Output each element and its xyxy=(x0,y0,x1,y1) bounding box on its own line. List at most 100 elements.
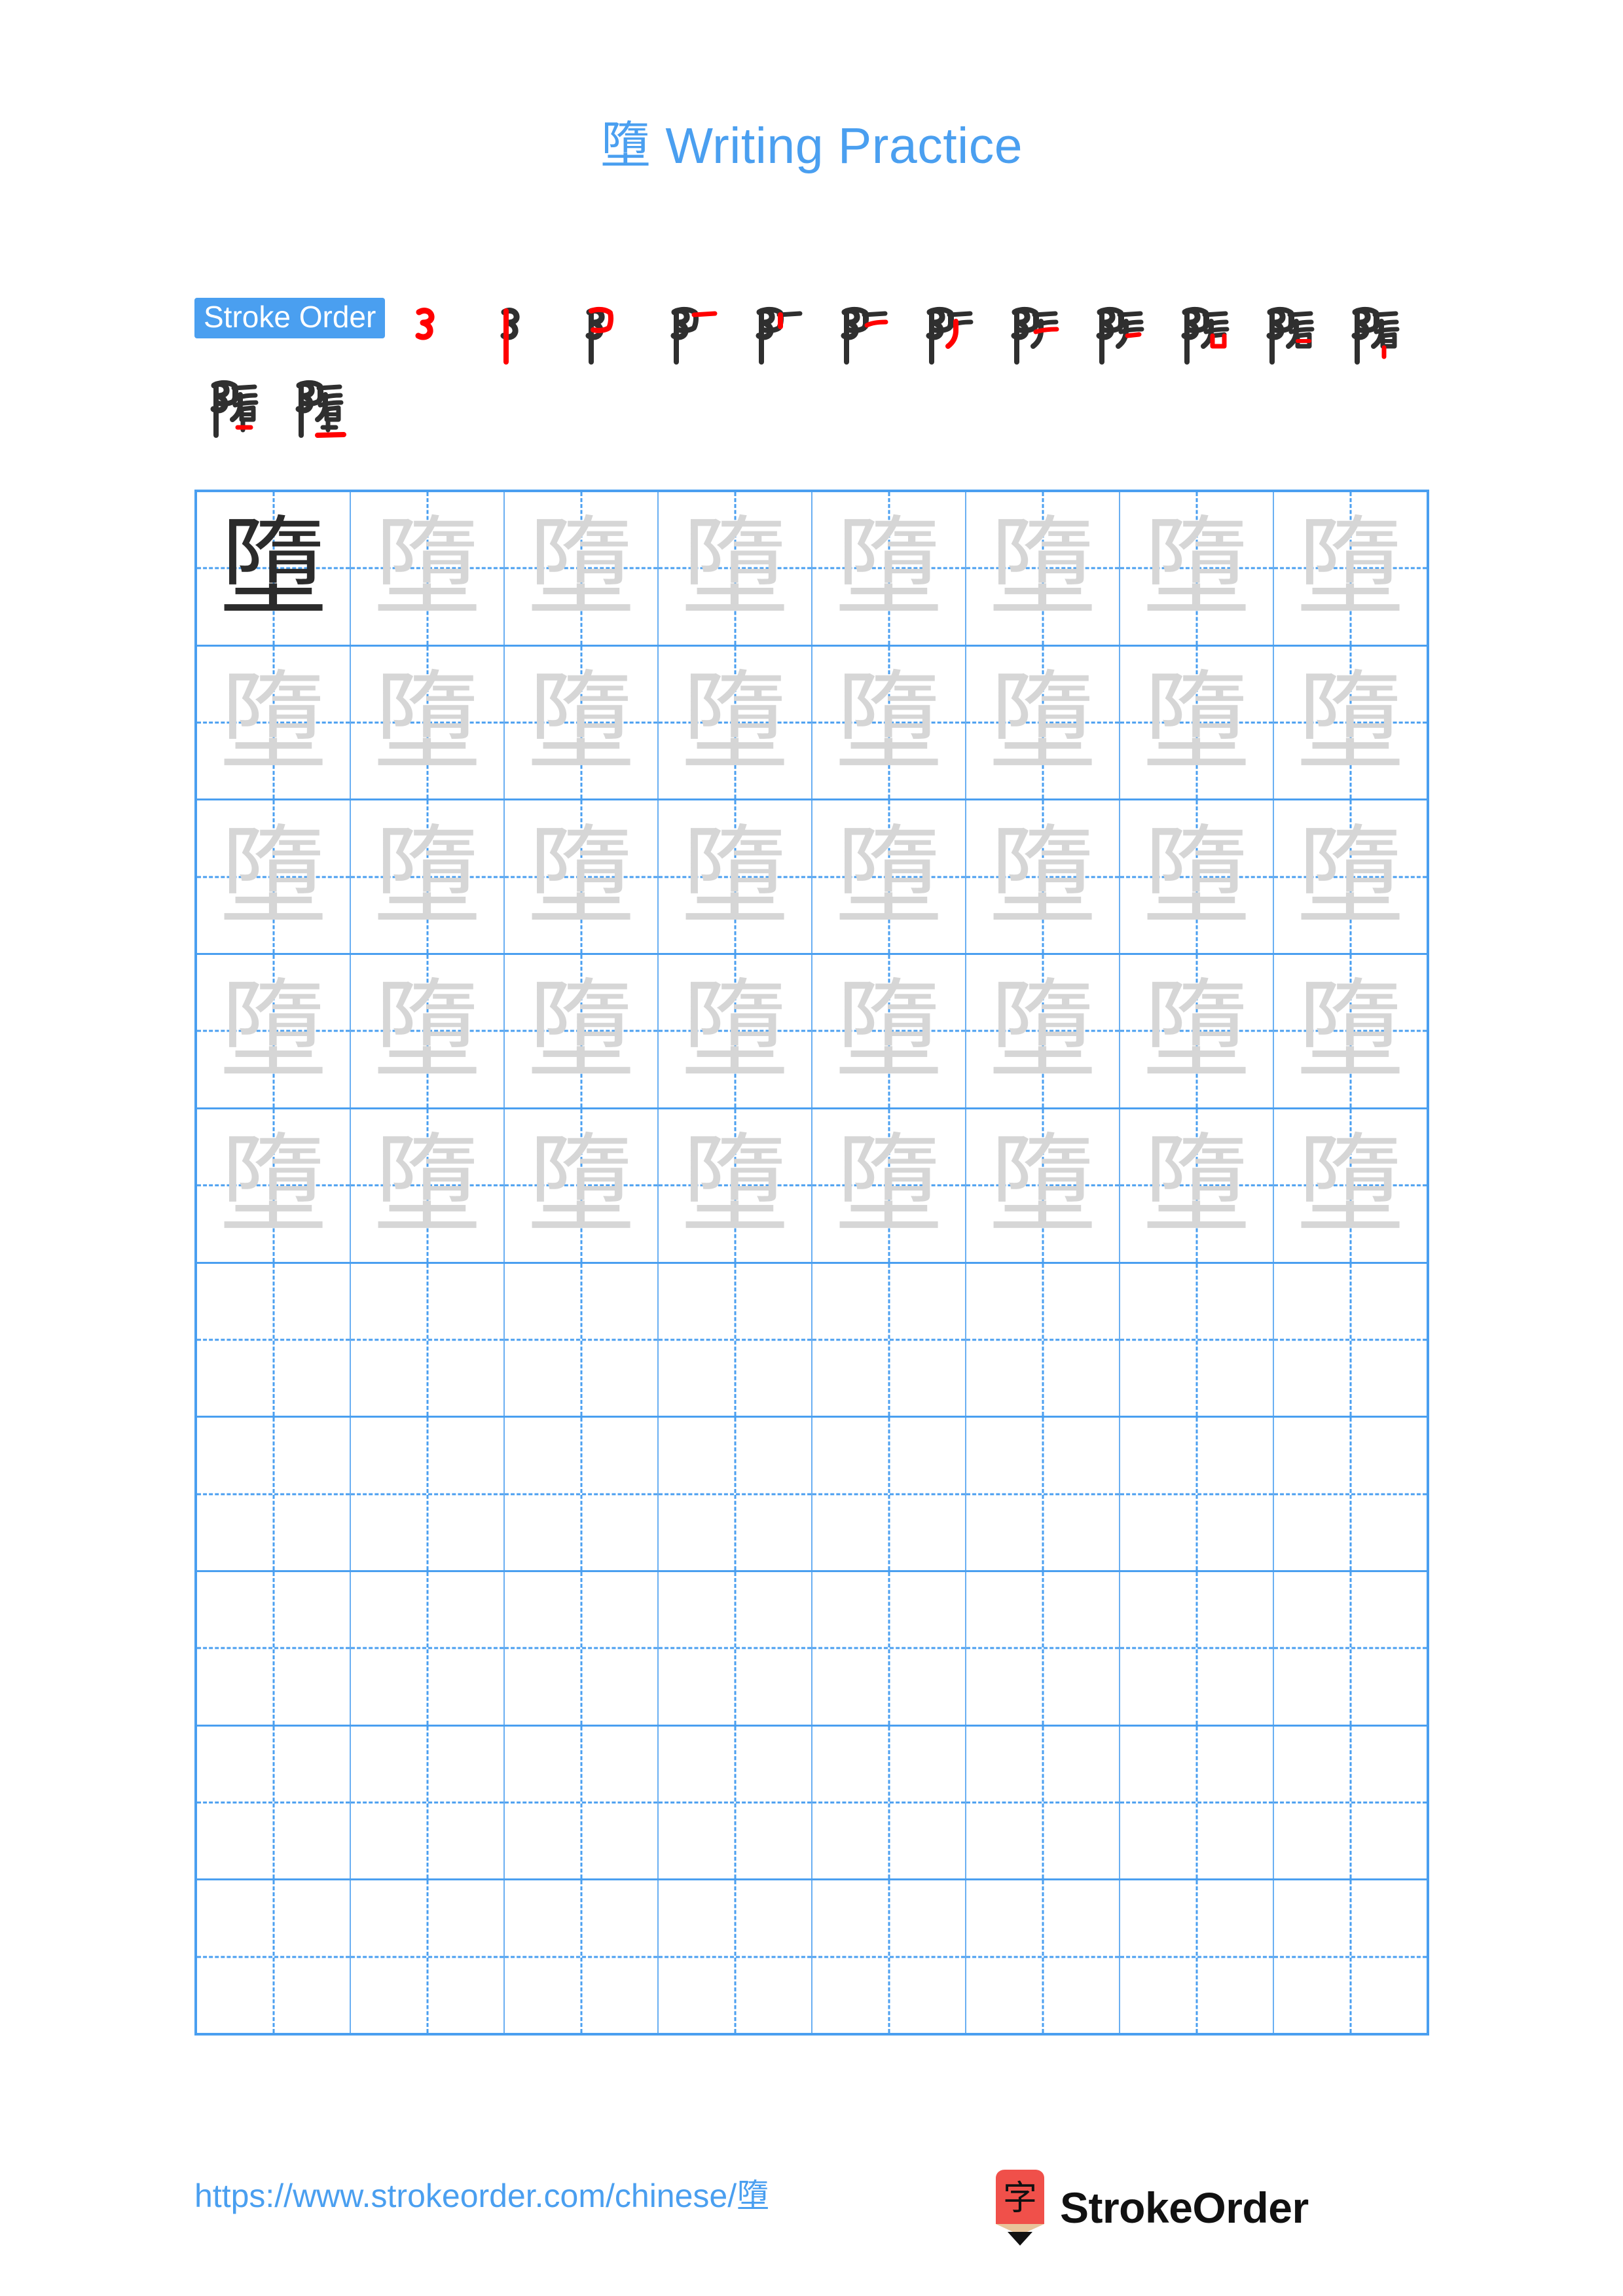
grid-cell[interactable]: 墮 xyxy=(966,646,1120,799)
grid-cell[interactable]: 墮 xyxy=(1274,1109,1427,1262)
trace-character: 墮 xyxy=(527,814,635,940)
grid-cell[interactable] xyxy=(659,1263,812,1416)
grid-cell[interactable]: 墮 xyxy=(812,1109,966,1262)
grid-cell[interactable]: 墮 xyxy=(505,492,659,645)
grid-cell[interactable] xyxy=(1120,1571,1274,1725)
grid-cell[interactable] xyxy=(505,1726,659,1879)
grid-cell[interactable] xyxy=(966,1418,1120,1570)
grid-cell[interactable] xyxy=(966,1571,1120,1725)
vertical-guide-line xyxy=(1349,1880,1351,2034)
grid-cell[interactable]: 墮 xyxy=(197,800,351,954)
grid-cell[interactable] xyxy=(1274,1571,1427,1725)
grid-cell[interactable] xyxy=(1274,1726,1427,1879)
grid-cell[interactable] xyxy=(197,1726,351,1879)
grid-cell[interactable]: 墮 xyxy=(1120,955,1274,1107)
grid-cell[interactable]: 墮 xyxy=(505,955,659,1107)
stroke-step-5 xyxy=(740,298,820,371)
grid-cell[interactable]: 墮 xyxy=(197,955,351,1107)
svg-text:字: 字 xyxy=(1003,2179,1037,2218)
grid-cell[interactable] xyxy=(197,1418,351,1570)
grid-cell[interactable]: 墮 xyxy=(1274,955,1427,1107)
grid-cell[interactable]: 墮 xyxy=(505,1109,659,1262)
grid-cell[interactable]: 墮 xyxy=(1120,800,1274,954)
horizontal-guide-line xyxy=(966,1493,1119,1496)
grid-cell[interactable]: 墮 xyxy=(812,492,966,645)
grid-cell[interactable]: 墮 xyxy=(659,1109,812,1262)
stroke-step-11 xyxy=(1250,298,1330,371)
grid-cell[interactable]: 墮 xyxy=(1274,492,1427,645)
grid-cell[interactable]: 墮 xyxy=(197,1109,351,1262)
horizontal-guide-line xyxy=(1120,1338,1273,1341)
grid-cell[interactable]: 墮 xyxy=(351,955,505,1107)
grid-cell[interactable]: 墮 xyxy=(966,955,1120,1107)
grid-cell[interactable] xyxy=(505,1571,659,1725)
grid-cell[interactable]: 墮 xyxy=(351,646,505,799)
grid-cell[interactable] xyxy=(505,1418,659,1570)
grid-cell[interactable] xyxy=(812,1726,966,1879)
grid-cell[interactable] xyxy=(812,1880,966,2034)
grid-cell[interactable]: 墮 xyxy=(1274,646,1427,799)
grid-cell[interactable] xyxy=(351,1418,505,1570)
brand-lockup[interactable]: 字 StrokeOrder xyxy=(992,2169,1309,2246)
grid-cell[interactable]: 墮 xyxy=(1120,492,1274,645)
grid-cell[interactable]: 墮 xyxy=(966,492,1120,645)
grid-cell[interactable]: 墮 xyxy=(1120,1109,1274,1262)
horizontal-guide-line xyxy=(1274,1801,1427,1804)
grid-cell[interactable]: 墮 xyxy=(659,646,812,799)
vertical-guide-line xyxy=(272,1880,274,2034)
grid-cell[interactable] xyxy=(1274,1418,1427,1570)
grid-cell[interactable] xyxy=(351,1880,505,2034)
vertical-guide-line xyxy=(1349,1263,1351,1416)
grid-cell[interactable]: 墮 xyxy=(351,1109,505,1262)
grid-cell[interactable]: 墮 xyxy=(197,646,351,799)
trace-character: 墮 xyxy=(527,505,635,631)
grid-cell[interactable]: 墮 xyxy=(812,646,966,799)
grid-cell[interactable] xyxy=(1120,1418,1274,1570)
horizontal-guide-line xyxy=(812,1956,965,1958)
grid-cell[interactable] xyxy=(351,1571,505,1725)
grid-cell[interactable]: 墮 xyxy=(659,492,812,645)
grid-cell[interactable]: 墮 xyxy=(197,492,351,645)
vertical-guide-line xyxy=(1042,1263,1044,1416)
source-url[interactable]: https://www.strokeorder.com/chinese/墮 xyxy=(194,2178,769,2214)
grid-cell[interactable]: 墮 xyxy=(505,646,659,799)
grid-cell[interactable] xyxy=(1120,1726,1274,1879)
grid-cell[interactable]: 墮 xyxy=(659,955,812,1107)
grid-cell[interactable]: 墮 xyxy=(812,800,966,954)
grid-cell[interactable]: 墮 xyxy=(966,800,1120,954)
trace-character: 墮 xyxy=(989,1122,1097,1248)
grid-cell[interactable]: 墮 xyxy=(659,800,812,954)
grid-cell[interactable] xyxy=(197,1880,351,2034)
grid-cell[interactable] xyxy=(812,1571,966,1725)
grid-cell[interactable] xyxy=(812,1418,966,1570)
grid-cell[interactable] xyxy=(505,1880,659,2034)
grid-cell[interactable] xyxy=(197,1263,351,1416)
trace-character: 墮 xyxy=(989,814,1097,940)
grid-cell[interactable]: 墮 xyxy=(966,1109,1120,1262)
grid-cell[interactable]: 墮 xyxy=(351,800,505,954)
grid-cell[interactable] xyxy=(1120,1263,1274,1416)
grid-cell[interactable] xyxy=(966,1880,1120,2034)
trace-character: 墮 xyxy=(681,659,789,785)
grid-cell[interactable]: 墮 xyxy=(812,955,966,1107)
grid-cell[interactable] xyxy=(351,1263,505,1416)
grid-cell[interactable] xyxy=(505,1263,659,1416)
grid-cell[interactable]: 墮 xyxy=(1120,646,1274,799)
grid-cell[interactable] xyxy=(966,1726,1120,1879)
grid-cell[interactable] xyxy=(1274,1263,1427,1416)
grid-cell[interactable] xyxy=(1120,1880,1274,2034)
vertical-guide-line xyxy=(1195,1880,1197,2034)
grid-cell[interactable] xyxy=(659,1571,812,1725)
grid-cell[interactable]: 墮 xyxy=(505,800,659,954)
grid-cell[interactable] xyxy=(351,1726,505,1879)
grid-cell[interactable] xyxy=(659,1726,812,1879)
grid-cell[interactable] xyxy=(812,1263,966,1416)
grid-cell[interactable] xyxy=(197,1571,351,1725)
trace-character: 墮 xyxy=(373,659,481,785)
grid-cell[interactable]: 墮 xyxy=(1274,800,1427,954)
grid-cell[interactable]: 墮 xyxy=(351,492,505,645)
grid-cell[interactable] xyxy=(966,1263,1120,1416)
grid-cell[interactable] xyxy=(659,1880,812,2034)
grid-cell[interactable] xyxy=(1274,1880,1427,2034)
grid-cell[interactable] xyxy=(659,1418,812,1570)
